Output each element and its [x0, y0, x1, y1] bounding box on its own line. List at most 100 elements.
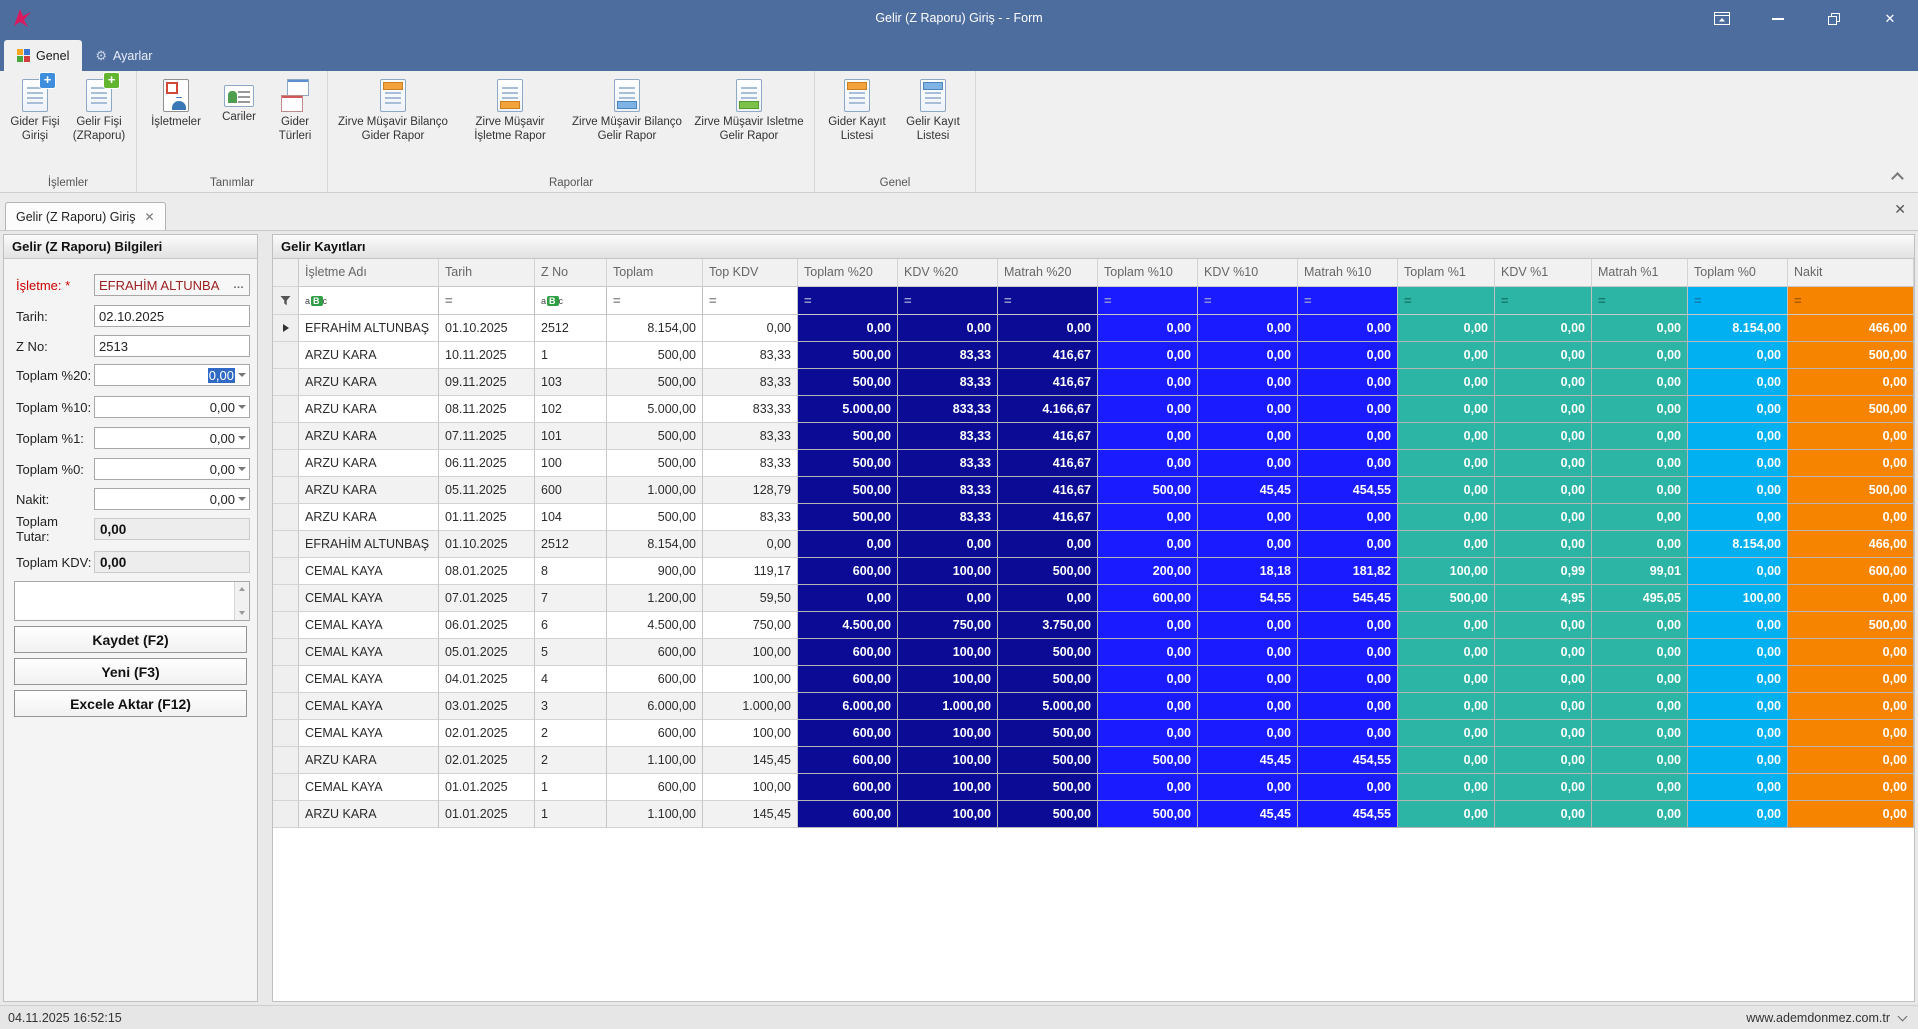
cell[interactable]: 0,00: [1198, 612, 1298, 639]
cell[interactable]: 45,45: [1198, 477, 1298, 504]
column-header-toplam-%0[interactable]: Toplam %0: [1688, 259, 1788, 287]
cell[interactable]: 0,00: [798, 315, 898, 342]
cell[interactable]: 54,55: [1198, 585, 1298, 612]
grid-row[interactable]: CEMAL KAYA07.01.202571.200,0059,500,000,…: [273, 585, 1914, 612]
cell[interactable]: 5.000,00: [798, 396, 898, 423]
cell[interactable]: 100,00: [898, 801, 998, 828]
cell[interactable]: 0,00: [1098, 531, 1198, 558]
cell[interactable]: 83,33: [703, 423, 798, 450]
cell[interactable]: 500,00: [998, 774, 1098, 801]
cell[interactable]: 01.10.2025: [439, 531, 535, 558]
grid-row[interactable]: ARZU KARA01.01.202511.100,00145,45600,00…: [273, 801, 1914, 828]
cell[interactable]: 0,00: [703, 315, 798, 342]
cell[interactable]: 0,00: [1592, 477, 1688, 504]
cell[interactable]: 500,00: [1788, 477, 1914, 504]
cell[interactable]: 0,00: [1298, 369, 1398, 396]
cell[interactable]: 500,00: [798, 369, 898, 396]
cell[interactable]: 0,00: [1298, 666, 1398, 693]
excele-aktar-button[interactable]: Excele Aktar (F12): [14, 690, 247, 717]
column-header-nakit[interactable]: Nakit: [1788, 259, 1914, 287]
tab-ayarlar[interactable]: ⚙ Ayarlar: [82, 40, 165, 71]
ribbon-button-cariler[interactable]: Cariler: [211, 76, 267, 128]
cell[interactable]: 600,00: [1788, 558, 1914, 585]
cell[interactable]: 0,00: [1495, 504, 1592, 531]
cell[interactable]: 100,00: [898, 558, 998, 585]
cell[interactable]: 500,00: [1788, 396, 1914, 423]
cell[interactable]: 0,00: [1592, 450, 1688, 477]
cell[interactable]: 0,00: [1495, 801, 1592, 828]
ribbon-button-gelir-fişi-zraporu[interactable]: Gelir Fişi (ZRaporu): [66, 76, 132, 147]
cell[interactable]: 500,00: [1398, 585, 1495, 612]
cell[interactable]: 0,00: [1592, 693, 1688, 720]
cell[interactable]: 101: [535, 423, 607, 450]
document-area-close-icon[interactable]: ✕: [1894, 202, 1906, 216]
cell[interactable]: ARZU KARA: [299, 477, 439, 504]
cell[interactable]: 100,00: [703, 720, 798, 747]
cell[interactable]: 05.11.2025: [439, 477, 535, 504]
cell[interactable]: 83,33: [898, 504, 998, 531]
filter-toplam-%10[interactable]: =: [1098, 287, 1198, 315]
cell[interactable]: 8.154,00: [607, 315, 703, 342]
cell[interactable]: CEMAL KAYA: [299, 558, 439, 585]
cell[interactable]: 2: [535, 747, 607, 774]
cell[interactable]: 2512: [535, 315, 607, 342]
cell[interactable]: 0,00: [1298, 504, 1398, 531]
cell[interactable]: 0,00: [1688, 477, 1788, 504]
filter-kdv-%20[interactable]: =: [898, 287, 998, 315]
cell[interactable]: 0,00: [1198, 504, 1298, 531]
cell[interactable]: 600,00: [607, 774, 703, 801]
cell[interactable]: 0,00: [1592, 639, 1688, 666]
cell[interactable]: 0,00: [1592, 612, 1688, 639]
cell[interactable]: 0,00: [1198, 423, 1298, 450]
cell[interactable]: 100,00: [1398, 558, 1495, 585]
cell[interactable]: 0,00: [1298, 396, 1398, 423]
cell[interactable]: ARZU KARA: [299, 747, 439, 774]
cell[interactable]: 600,00: [1098, 585, 1198, 612]
cell[interactable]: 0,00: [1592, 342, 1688, 369]
cell[interactable]: 3: [535, 693, 607, 720]
cell[interactable]: 0,00: [1788, 666, 1914, 693]
cell[interactable]: 0,00: [1592, 801, 1688, 828]
cell[interactable]: 0,00: [1688, 639, 1788, 666]
cell[interactable]: 750,00: [703, 612, 798, 639]
cell[interactable]: 0,00: [1592, 369, 1688, 396]
cell[interactable]: 6: [535, 612, 607, 639]
cell[interactable]: 4.500,00: [798, 612, 898, 639]
cell[interactable]: 600,00: [798, 558, 898, 585]
cell[interactable]: 0,00: [1495, 396, 1592, 423]
cell[interactable]: 0,00: [1198, 315, 1298, 342]
document-tab[interactable]: Gelir (Z Raporu) Giriş ✕: [5, 202, 166, 230]
cell[interactable]: 6.000,00: [607, 693, 703, 720]
cell[interactable]: 0,00: [1788, 504, 1914, 531]
cell[interactable]: 0,00: [1788, 639, 1914, 666]
filter-funnel-icon[interactable]: [273, 287, 299, 315]
filter-toplam-%0[interactable]: =: [1688, 287, 1788, 315]
cell[interactable]: 104: [535, 504, 607, 531]
toplam20-input[interactable]: 0,00: [94, 364, 250, 386]
scroll-up-icon[interactable]: [236, 583, 248, 595]
grid-row[interactable]: ARZU KARA07.11.2025101500,0083,33500,008…: [273, 423, 1914, 450]
cell[interactable]: 0,00: [1098, 693, 1198, 720]
cell[interactable]: 600,00: [798, 666, 898, 693]
grid-row[interactable]: CEMAL KAYA05.01.20255600,00100,00600,001…: [273, 639, 1914, 666]
cell[interactable]: 1.200,00: [607, 585, 703, 612]
cell[interactable]: 0,00: [1298, 693, 1398, 720]
cell[interactable]: 0,00: [1298, 315, 1398, 342]
cell[interactable]: 600,00: [798, 720, 898, 747]
cell[interactable]: 900,00: [607, 558, 703, 585]
cell[interactable]: 0,00: [1298, 720, 1398, 747]
cell[interactable]: 0,00: [1098, 612, 1198, 639]
cell[interactable]: ARZU KARA: [299, 504, 439, 531]
cell[interactable]: 5.000,00: [998, 693, 1098, 720]
cell[interactable]: 0,00: [1592, 747, 1688, 774]
cell[interactable]: 600,00: [798, 801, 898, 828]
column-header-kdv-%1[interactable]: KDV %1: [1495, 259, 1592, 287]
cell[interactable]: 500,00: [798, 450, 898, 477]
cell[interactable]: 0,00: [1198, 342, 1298, 369]
cell[interactable]: 0,00: [1198, 531, 1298, 558]
tab-genel[interactable]: Genel: [4, 40, 82, 71]
cell[interactable]: 8: [535, 558, 607, 585]
cell[interactable]: 83,33: [898, 369, 998, 396]
filter-kdv-%1[interactable]: =: [1495, 287, 1592, 315]
cell[interactable]: 100: [535, 450, 607, 477]
